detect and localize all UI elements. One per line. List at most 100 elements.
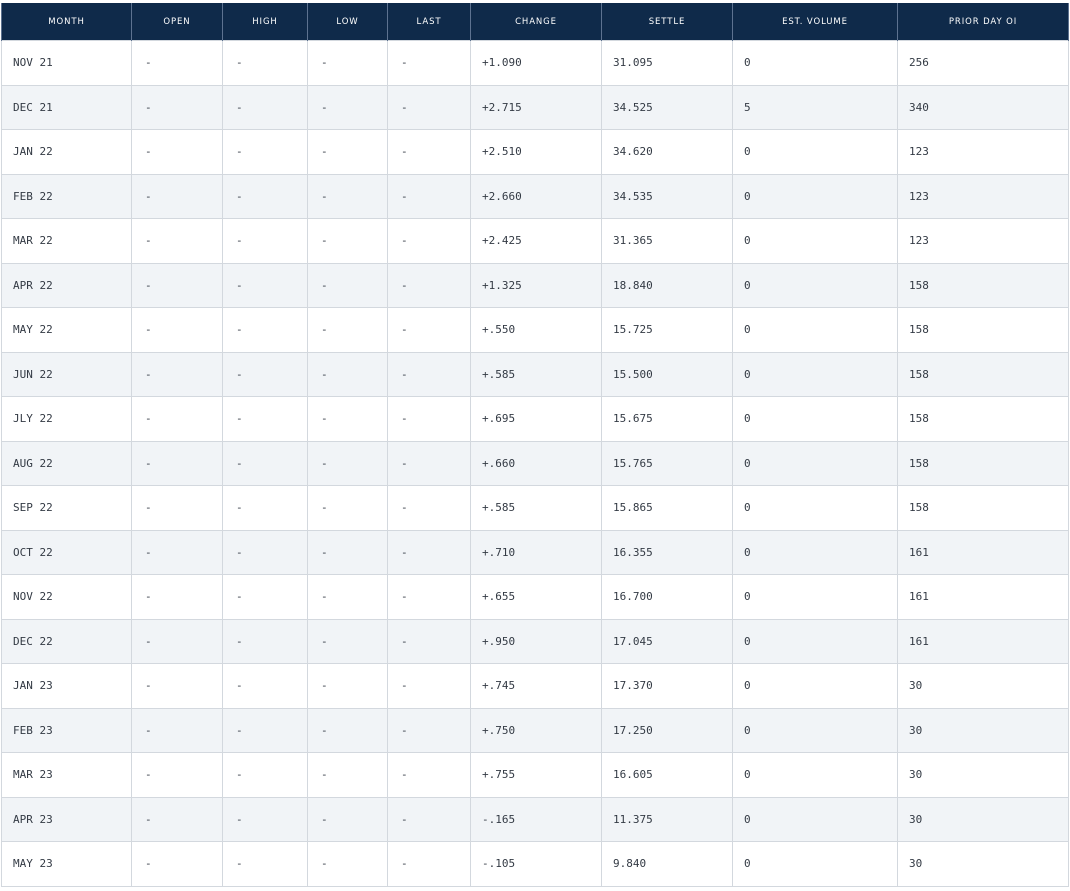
cell-open: - bbox=[131, 841, 223, 887]
futures-quotes-table: MONTH OPEN HIGH LOW LAST CHANGE SETTLE E… bbox=[1, 3, 1069, 887]
cell-settle: 17.370 bbox=[601, 663, 733, 709]
cell-change: +2.425 bbox=[470, 218, 602, 264]
cell-low: - bbox=[307, 440, 388, 486]
table-row: FEB 23- - - - +.750 17.250 0 30 bbox=[1, 707, 1069, 753]
table-row: SEP 22- - - - +.585 15.865 0 158 bbox=[1, 485, 1069, 531]
column-header-change[interactable]: CHANGE bbox=[470, 3, 602, 41]
cell-low: - bbox=[307, 262, 388, 308]
table-row: OCT 22- - - - +.710 16.355 0 161 bbox=[1, 529, 1069, 575]
table-row: MAY 23- - - - -.105 9.840 0 30 bbox=[1, 841, 1069, 887]
cell-month: NOV 21 bbox=[1, 40, 132, 86]
cell-open: - bbox=[131, 307, 223, 353]
cell-open: - bbox=[131, 796, 223, 842]
cell-change: +.950 bbox=[470, 618, 602, 664]
table-row: FEB 22- - - - +2.660 34.535 0 123 bbox=[1, 173, 1069, 219]
cell-high: - bbox=[222, 307, 308, 353]
cell-change: +2.510 bbox=[470, 129, 602, 175]
cell-low: - bbox=[307, 218, 388, 264]
cell-change: +.745 bbox=[470, 663, 602, 709]
cell-open: - bbox=[131, 752, 223, 798]
cell-est-volume: 0 bbox=[732, 129, 898, 175]
cell-open: - bbox=[131, 40, 223, 86]
table-row: NOV 21- - - - +1.090 31.095 0 256 bbox=[1, 40, 1069, 86]
cell-change: +.695 bbox=[470, 396, 602, 442]
cell-est-volume: 0 bbox=[732, 796, 898, 842]
cell-prior-day-oi: 123 bbox=[897, 129, 1069, 175]
cell-low: - bbox=[307, 307, 388, 353]
cell-month: DEC 21 bbox=[1, 84, 132, 130]
table-row: APR 23- - - - -.165 11.375 0 30 bbox=[1, 796, 1069, 842]
cell-change: +.750 bbox=[470, 707, 602, 753]
column-header-low[interactable]: LOW bbox=[307, 3, 388, 41]
column-header-open[interactable]: OPEN bbox=[131, 3, 223, 41]
cell-est-volume: 0 bbox=[732, 485, 898, 531]
table-row: JAN 22- - - - +2.510 34.620 0 123 bbox=[1, 129, 1069, 175]
cell-last: - bbox=[387, 84, 471, 130]
table-row: DEC 22- - - - +.950 17.045 0 161 bbox=[1, 618, 1069, 664]
cell-last: - bbox=[387, 796, 471, 842]
cell-open: - bbox=[131, 663, 223, 709]
column-header-high[interactable]: HIGH bbox=[222, 3, 308, 41]
cell-settle: 17.045 bbox=[601, 618, 733, 664]
cell-open: - bbox=[131, 173, 223, 219]
cell-last: - bbox=[387, 529, 471, 575]
cell-open: - bbox=[131, 618, 223, 664]
table-row: MAR 22- - - - +2.425 31.365 0 123 bbox=[1, 218, 1069, 264]
cell-settle: 34.525 bbox=[601, 84, 733, 130]
cell-month: APR 23 bbox=[1, 796, 132, 842]
cell-prior-day-oi: 30 bbox=[897, 752, 1069, 798]
table-row: JAN 23- - - - +.745 17.370 0 30 bbox=[1, 663, 1069, 709]
cell-prior-day-oi: 30 bbox=[897, 796, 1069, 842]
cell-high: - bbox=[222, 574, 308, 620]
cell-open: - bbox=[131, 129, 223, 175]
cell-month: MAY 23 bbox=[1, 841, 132, 887]
cell-settle: 11.375 bbox=[601, 796, 733, 842]
cell-month: MAY 22 bbox=[1, 307, 132, 353]
table-header: MONTH OPEN HIGH LOW LAST CHANGE SETTLE E… bbox=[1, 3, 1069, 41]
cell-high: - bbox=[222, 129, 308, 175]
column-header-prior-day-oi[interactable]: PRIOR DAY OI bbox=[897, 3, 1069, 41]
cell-high: - bbox=[222, 485, 308, 531]
cell-last: - bbox=[387, 40, 471, 86]
cell-prior-day-oi: 30 bbox=[897, 841, 1069, 887]
cell-open: - bbox=[131, 529, 223, 575]
cell-prior-day-oi: 161 bbox=[897, 618, 1069, 664]
column-header-settle[interactable]: SETTLE bbox=[601, 3, 733, 41]
cell-last: - bbox=[387, 262, 471, 308]
cell-settle: 15.500 bbox=[601, 351, 733, 397]
cell-high: - bbox=[222, 841, 308, 887]
cell-est-volume: 0 bbox=[732, 307, 898, 353]
cell-settle: 9.840 bbox=[601, 841, 733, 887]
cell-settle: 16.605 bbox=[601, 752, 733, 798]
cell-change: +.755 bbox=[470, 752, 602, 798]
cell-change: +.585 bbox=[470, 351, 602, 397]
column-header-month[interactable]: MONTH bbox=[1, 3, 132, 41]
cell-change: -.105 bbox=[470, 841, 602, 887]
cell-prior-day-oi: 30 bbox=[897, 663, 1069, 709]
cell-high: - bbox=[222, 262, 308, 308]
cell-change: -.165 bbox=[470, 796, 602, 842]
cell-high: - bbox=[222, 440, 308, 486]
cell-open: - bbox=[131, 485, 223, 531]
cell-open: - bbox=[131, 351, 223, 397]
cell-prior-day-oi: 340 bbox=[897, 84, 1069, 130]
cell-month: JAN 23 bbox=[1, 663, 132, 709]
cell-low: - bbox=[307, 707, 388, 753]
table-body: NOV 21- - - - +1.090 31.095 0 256 DEC 21- - - - +2.7… bbox=[1, 40, 1069, 887]
cell-est-volume: 0 bbox=[732, 262, 898, 308]
cell-open: - bbox=[131, 707, 223, 753]
cell-high: - bbox=[222, 663, 308, 709]
column-header-last[interactable]: LAST bbox=[387, 3, 471, 41]
table-row: MAR 23- - - - +.755 16.605 0 30 bbox=[1, 752, 1069, 798]
futures-quotes-table-container: MONTH OPEN HIGH LOW LAST CHANGE SETTLE E… bbox=[1, 3, 1069, 891]
cell-month: FEB 23 bbox=[1, 707, 132, 753]
cell-high: - bbox=[222, 752, 308, 798]
cell-change: +.710 bbox=[470, 529, 602, 575]
cell-settle: 15.675 bbox=[601, 396, 733, 442]
cell-high: - bbox=[222, 84, 308, 130]
cell-month: MAR 22 bbox=[1, 218, 132, 264]
column-header-est-volume[interactable]: EST. VOLUME bbox=[732, 3, 898, 41]
cell-change: +2.715 bbox=[470, 84, 602, 130]
cell-high: - bbox=[222, 396, 308, 442]
cell-change: +1.325 bbox=[470, 262, 602, 308]
